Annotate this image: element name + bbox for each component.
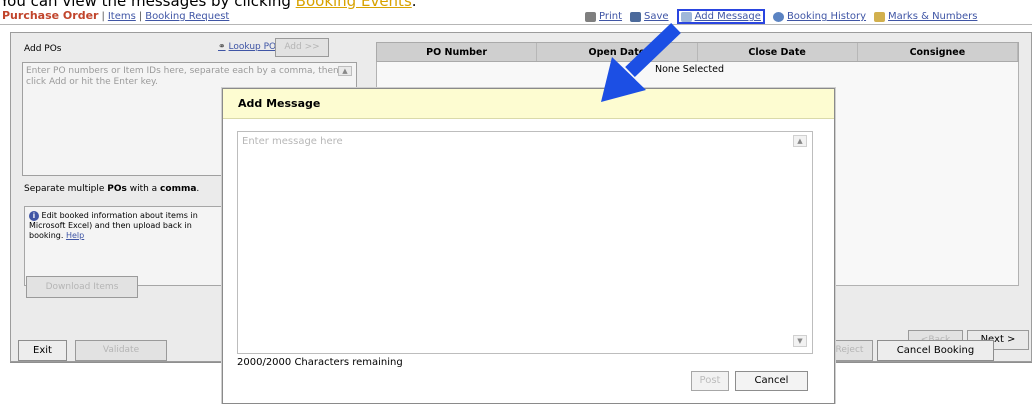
- validate-button[interactable]: Validate: [75, 340, 167, 361]
- items-tab[interactable]: Items: [108, 11, 136, 22]
- add-message-label: Add Message: [694, 11, 761, 22]
- add-message-dialog: Add Message Enter message here ▲ ▼ 2000/…: [222, 88, 835, 404]
- binoculars-icon: ⚭: [218, 42, 226, 52]
- disk-icon: [630, 11, 642, 22]
- col-close-date[interactable]: Close Date: [698, 43, 858, 61]
- none-selected-text: None Selected: [655, 64, 724, 75]
- save-button[interactable]: Save: [630, 11, 669, 22]
- separate-note-prefix: Separate multiple: [24, 184, 108, 194]
- scroll-up-icon[interactable]: ▲: [793, 135, 807, 147]
- printer-icon: [585, 11, 596, 22]
- booking-history-label: Booking History: [786, 11, 867, 22]
- cancel-booking-button[interactable]: Cancel Booking: [877, 340, 994, 361]
- dialog-title: Add Message: [223, 89, 834, 119]
- scroll-up-icon[interactable]: ▲: [338, 66, 352, 76]
- download-items-button[interactable]: Download Items: [26, 276, 138, 298]
- cancel-button[interactable]: Cancel: [735, 371, 808, 391]
- col-open-date[interactable]: Open Date: [537, 43, 698, 61]
- exit-button[interactable]: Exit: [18, 340, 67, 361]
- col-consignee[interactable]: Consignee: [858, 43, 1018, 61]
- breadcrumb: Purchase Order | Items | Booking Request: [2, 9, 229, 22]
- print-label: Print: [599, 11, 623, 22]
- purchase-order-tab[interactable]: Purchase Order: [2, 9, 98, 22]
- info-text: Edit booked information about items in M…: [29, 211, 198, 240]
- post-button[interactable]: Post: [691, 371, 729, 391]
- booking-request-tab[interactable]: Booking Request: [145, 11, 229, 22]
- info-icon: i: [29, 211, 39, 221]
- separator: |: [101, 11, 105, 22]
- message-icon: [680, 11, 692, 22]
- lookup-pos-link[interactable]: ⚭ Lookup POs: [218, 42, 281, 52]
- message-textarea[interactable]: Enter message here: [237, 131, 813, 354]
- separate-note-mid: with a: [126, 184, 161, 194]
- add-pos-label: Add POs: [24, 44, 62, 54]
- marks-numbers-label: Marks & Numbers: [888, 11, 978, 22]
- separate-note: Separate multiple POs with a comma.: [24, 184, 199, 194]
- history-icon: [772, 11, 784, 22]
- separate-note-pos: POs: [107, 184, 127, 194]
- col-po-number[interactable]: PO Number: [377, 43, 538, 61]
- lookup-pos-label: Lookup POs: [228, 42, 281, 52]
- po-table-header: PO Number Open Date Close Date Consignee: [376, 42, 1019, 62]
- scroll-down-icon[interactable]: ▼: [793, 335, 807, 347]
- add-button[interactable]: Add >>: [275, 38, 329, 57]
- characters-remaining: 2000/2000 Characters remaining: [237, 357, 403, 368]
- print-button[interactable]: Print: [585, 11, 622, 22]
- separate-note-suffix: .: [196, 184, 200, 194]
- add-message-button[interactable]: Add Message: [676, 9, 765, 24]
- toolbar-actions: Print Save Add Message Booking History M…: [585, 9, 977, 24]
- marks-numbers-button[interactable]: Marks & Numbers: [874, 11, 977, 22]
- info-box: i Edit booked information about items in…: [24, 206, 224, 286]
- booking-history-button[interactable]: Booking History: [772, 11, 867, 22]
- separate-note-comma: comma: [160, 184, 197, 194]
- separator: |: [138, 11, 143, 22]
- save-label: Save: [644, 11, 669, 22]
- top-toolbar: Purchase Order | Items | Booking Request Pri…: [0, 9, 1032, 25]
- marks-icon: [874, 11, 886, 22]
- help-link[interactable]: Help: [66, 231, 84, 240]
